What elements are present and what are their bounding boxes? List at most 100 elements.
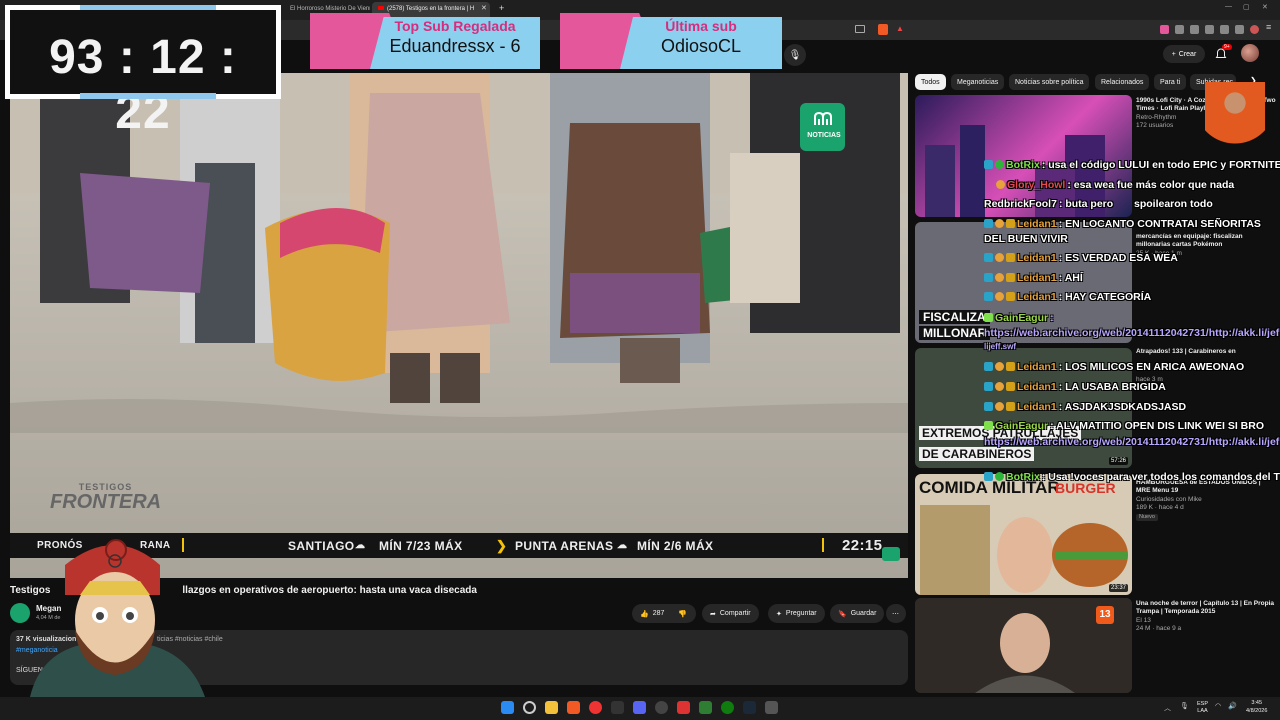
banner-title: Última sub: [665, 18, 737, 34]
chat-message: Leidan1: ASJDAKJSDKADSJASD: [984, 401, 1186, 413]
app-icon[interactable]: [611, 701, 624, 714]
chat-username: Glory_Howl: [1007, 179, 1066, 191]
plus-icon: +: [1171, 50, 1176, 58]
chevron-up-icon[interactable]: ︿: [1164, 703, 1171, 713]
meganoticias-small-logo-icon: [882, 547, 900, 561]
recommendation-title[interactable]: Una noche de terror | Capítulo 13 | En P…: [1136, 600, 1276, 617]
recommendation-meta: Una noche de terror | Capítulo 13 | En P…: [1136, 600, 1276, 634]
chat-link[interactable]: https://web.archive.org/web/201411120427…: [984, 436, 1279, 448]
recommendation-channel[interactable]: Curiosidades con Mike: [1136, 496, 1276, 504]
sub-badge-icon: [995, 292, 1004, 301]
ticker-city: SANTIAGO: [288, 539, 355, 553]
extension-icon[interactable]: [1190, 25, 1199, 34]
language-code: ESP: [1197, 701, 1209, 707]
recommendation-title[interactable]: Atrapados! 133 | Carabineros en: [1136, 348, 1276, 356]
profile-icon[interactable]: [1250, 25, 1259, 34]
crown-badge-icon: [1006, 273, 1015, 282]
show-logo-line2: FRONTERA: [50, 491, 162, 513]
chat-username: Leidan1: [1017, 252, 1057, 264]
footballer-image: [1205, 82, 1265, 152]
minimize-icon[interactable]: —: [1225, 3, 1232, 10]
obs-icon[interactable]: [655, 701, 668, 714]
chat-text: : LA USABA BRIGIDA: [1058, 381, 1166, 393]
chat-text: : ES VERDAD ESA WEA: [1058, 252, 1178, 264]
like-count[interactable]: 287: [653, 610, 665, 617]
chat-message: Leidan1: EN LOCANTO CONTRATAI SEÑORITAS …: [984, 217, 1274, 247]
chip-politics[interactable]: Noticias sobre política: [1009, 74, 1090, 90]
cast-icon[interactable]: [855, 25, 865, 33]
sub-badge-icon: [996, 180, 1005, 189]
recommendation-stats: 189 K · hace 4 d: [1136, 504, 1184, 512]
microphone-icon[interactable]: 🎙: [784, 44, 806, 66]
wifi-icon[interactable]: ◠: [1215, 702, 1221, 710]
brave-browser-icon[interactable]: [567, 701, 580, 714]
extension-icon[interactable]: [1175, 25, 1184, 34]
meganoticias-logo-icon: [814, 111, 832, 125]
brave-shield-icon[interactable]: [878, 24, 888, 35]
close-window-icon[interactable]: ✕: [1262, 3, 1268, 11]
chat-message: RedbrickFool7: buta pero: [984, 198, 1113, 210]
wallet-icon[interactable]: [1220, 25, 1229, 34]
chat-text: : Usa !voces para ver todos los comandos…: [1041, 471, 1280, 483]
language-indicator[interactable]: ESP LAA: [1197, 701, 1208, 715]
save-button[interactable]: 🔖 Guardar: [830, 604, 885, 623]
new-tab-icon[interactable]: +: [499, 3, 504, 13]
video-title-end: llazgos en operativos de aeropuerto: has…: [182, 585, 477, 596]
system-clock[interactable]: 3:45 4/8/2026: [1246, 700, 1267, 715]
thumbnail-caption: FISCALIZA: [919, 310, 990, 324]
chat-link-continued[interactable]: lijeff.swf: [984, 342, 1016, 351]
recommendation-stats: 24 M · hace 9 a: [1136, 625, 1182, 633]
shield-icon[interactable]: [1235, 25, 1244, 34]
ticker-arrow-icon: ❯: [496, 538, 507, 553]
maximize-icon[interactable]: ▢: [1243, 3, 1250, 11]
chat-message: GainEagur: ALV MATITIO OPEN DIS LINK WEI…: [984, 420, 1264, 432]
more-actions-button[interactable]: ⋯: [886, 604, 906, 623]
media-player-icon[interactable]: [589, 701, 602, 714]
chat-username: BotRix: [1006, 159, 1040, 171]
chip-for-you[interactable]: Para ti: [1154, 74, 1187, 90]
video-player[interactable]: NOTICIAS TESTIGOS FRONTERA: [10, 73, 908, 578]
steam-icon[interactable]: [743, 701, 756, 714]
app-icon[interactable]: [765, 701, 778, 714]
chat-username: Leidan1: [1017, 361, 1057, 373]
app-icon[interactable]: [677, 701, 690, 714]
channel-logo: NOTICIAS: [803, 107, 845, 147]
recommendation-channel[interactable]: El 13: [1136, 617, 1276, 625]
chip-related[interactable]: Relacionados: [1095, 74, 1150, 90]
chat-message: BotRix: Usa !voces para ver todos los co…: [984, 471, 1280, 483]
recommendation-thumbnail[interactable]: COMIDA MILITAR BURGER 23:37: [915, 474, 1132, 595]
verified-badge-icon: [995, 160, 1004, 169]
channel-13-logo: 13: [1096, 606, 1114, 624]
tab-title: (2578) Testigos en la frontera | H: [387, 6, 475, 12]
discord-icon[interactable]: [633, 701, 646, 714]
dislike-icon[interactable]: 👎: [678, 610, 687, 618]
like-icon[interactable]: 👍: [640, 610, 649, 618]
menu-icon[interactable]: ≡: [1266, 22, 1271, 32]
xbox-icon[interactable]: [721, 701, 734, 714]
ask-button[interactable]: ✦ Preguntar: [768, 604, 825, 623]
app-icon[interactable]: [699, 701, 712, 714]
chat-username: Leidan1: [1017, 272, 1057, 284]
chip-all[interactable]: Todos: [915, 74, 946, 90]
verified-badge-icon: [995, 472, 1004, 481]
crown-badge-icon: [1006, 292, 1015, 301]
close-tab-icon[interactable]: ✕: [481, 4, 487, 12]
sidebar-icon[interactable]: [1205, 25, 1214, 34]
file-explorer-icon[interactable]: [545, 701, 558, 714]
windows-start-icon[interactable]: [501, 701, 514, 714]
search-icon[interactable]: [523, 701, 536, 714]
share-button[interactable]: ➦ Compartir: [702, 604, 759, 623]
bot-badge-icon: [984, 160, 993, 169]
volume-icon[interactable]: 🔊: [1228, 702, 1237, 710]
chat-message: BotRix: usa el código LULUI en todo EPIC…: [984, 159, 1280, 171]
recommendation-thumbnail[interactable]: 13: [915, 598, 1132, 693]
mic-icon[interactable]: 🎙: [1180, 702, 1189, 710]
extension-icon[interactable]: [1160, 25, 1169, 34]
crown-badge-icon: [1006, 382, 1015, 391]
warning-icon[interactable]: ▲: [896, 24, 904, 33]
streamer-avatar: [20, 535, 210, 697]
avatar[interactable]: [1241, 44, 1259, 62]
more-icon: ⋯: [892, 610, 899, 618]
chip-meganoticias[interactable]: Meganoticias: [951, 74, 1005, 90]
create-button[interactable]: + Crear: [1163, 45, 1205, 63]
